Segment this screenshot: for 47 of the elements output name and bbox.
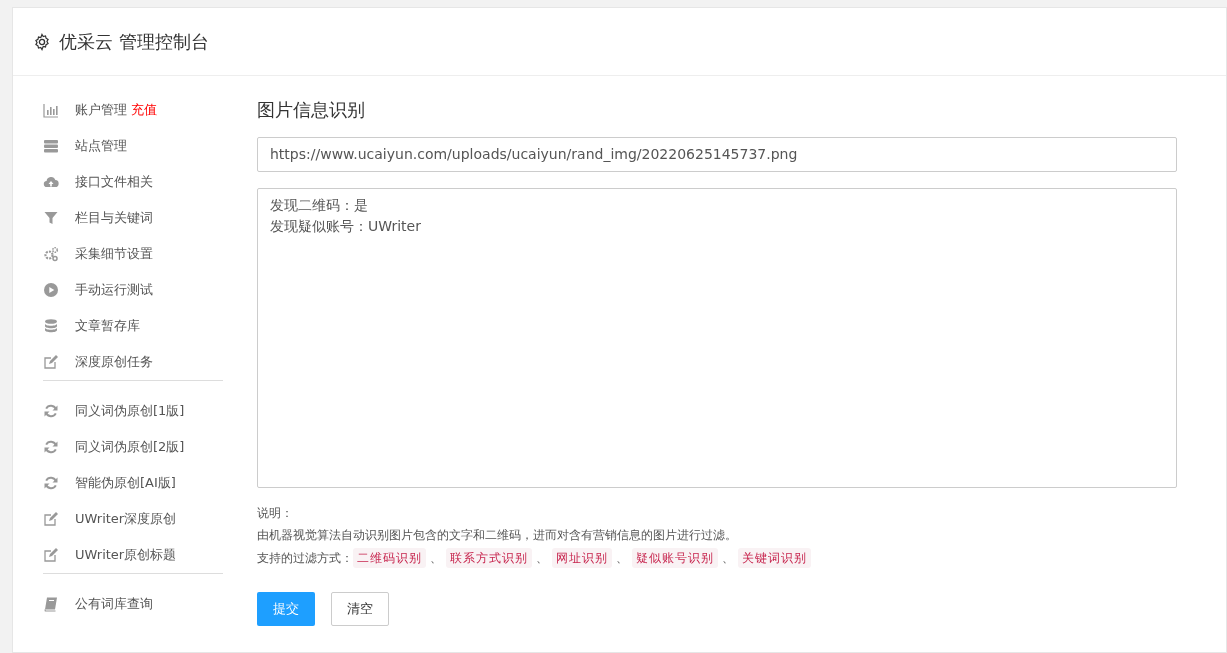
clear-button[interactable]: 清空 bbox=[331, 592, 389, 626]
url-field[interactable]: https://www.ucaiyun.com/uploads/ucaiyun/rand_img/20220625145737.png bbox=[257, 137, 1177, 172]
play-icon bbox=[43, 282, 59, 298]
edit-icon bbox=[43, 354, 59, 370]
sidebar-item[interactable]: UWriter原创标题 bbox=[75, 547, 177, 563]
sidebar-item[interactable]: 同义词伪原创[2版] bbox=[75, 439, 185, 455]
note-text: 由机器视觉算法自动识别图片包含的文字和二维码，进而对含有营销信息的图片进行过滤。 bbox=[257, 527, 738, 544]
filters-label: 支持的过滤方式： bbox=[257, 550, 353, 567]
sidebar-item[interactable]: 智能伪原创[AI版] bbox=[75, 475, 176, 491]
sidebar-item[interactable]: 手动运行测试 bbox=[75, 282, 153, 298]
server-icon bbox=[43, 138, 59, 154]
header-title: 优采云 管理控制台 bbox=[59, 30, 209, 54]
sidebar-item[interactable]: 站点管理 bbox=[75, 138, 127, 154]
refresh-icon bbox=[43, 403, 59, 419]
sidebar-item[interactable]: 栏目与关键词 bbox=[75, 210, 153, 226]
separator-text: 、 bbox=[536, 550, 548, 567]
sidebar-item[interactable]: 接口文件相关 bbox=[75, 174, 153, 190]
filter-tag: 网址识别 bbox=[552, 548, 612, 568]
separator-text: 、 bbox=[616, 550, 628, 567]
sidebar-item[interactable]: 同义词伪原创[1版] bbox=[75, 403, 185, 419]
filter-tag: 联系方式识别 bbox=[446, 548, 532, 568]
filter-tag: 二维码识别 bbox=[353, 548, 426, 568]
sidebar-item[interactable]: 深度原创任务 bbox=[75, 354, 153, 370]
page-title: 图片信息识别 bbox=[257, 98, 366, 122]
note-label: 说明： bbox=[257, 505, 294, 522]
refresh-icon bbox=[43, 439, 59, 455]
filter-tag: 疑似账号识别 bbox=[632, 548, 718, 568]
result-line: 发现二维码：是 bbox=[270, 196, 369, 215]
cloud-upload-icon bbox=[43, 174, 59, 190]
settings-icon bbox=[33, 32, 51, 51]
sidebar-item[interactable]: 文章暂存库 bbox=[75, 318, 140, 334]
recharge-link[interactable]: 充值 bbox=[131, 102, 157, 118]
separator-text: 、 bbox=[430, 550, 442, 567]
result-line: 发现疑似账号：UWriter bbox=[270, 217, 422, 236]
filter-icon bbox=[43, 210, 59, 226]
book-icon bbox=[43, 596, 59, 612]
sidebar-item[interactable]: UWriter深度原创 bbox=[75, 511, 177, 527]
separator-text: 、 bbox=[722, 550, 734, 567]
refresh-icon bbox=[43, 475, 59, 491]
edit-icon bbox=[43, 511, 59, 527]
chart-icon bbox=[43, 102, 59, 118]
edit-icon bbox=[43, 547, 59, 563]
database-icon bbox=[43, 318, 59, 334]
sidebar-item[interactable]: 公有词库查询 bbox=[75, 596, 153, 612]
sidebar-item[interactable]: 账户管理 bbox=[75, 102, 127, 118]
sidebar-item[interactable]: 采集细节设置 bbox=[75, 246, 153, 262]
filter-tag: 关键词识别 bbox=[738, 548, 811, 568]
